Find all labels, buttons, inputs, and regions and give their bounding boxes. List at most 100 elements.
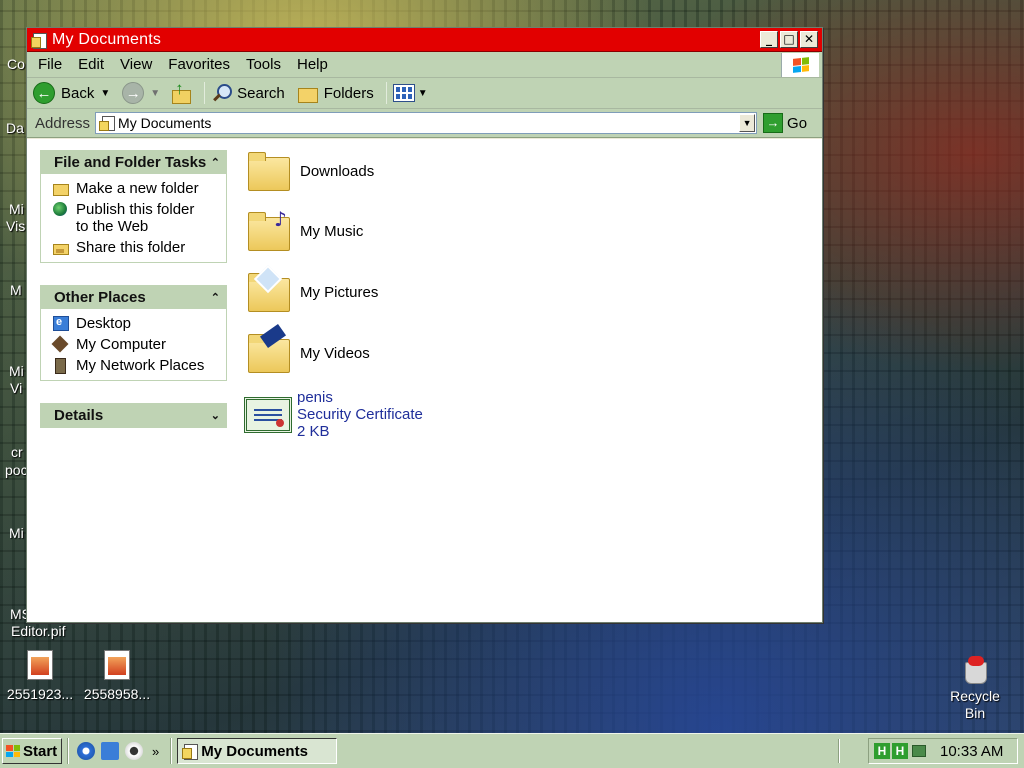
- clock[interactable]: 10:33 AM: [940, 743, 1003, 760]
- content-area: File and Folder Tasks ⌃ Make a new folde…: [27, 139, 822, 622]
- desktop-icon-label[interactable]: Editor.pif: [11, 623, 65, 640]
- toolbar-separator: [204, 82, 206, 104]
- network-tray-icon[interactable]: [910, 743, 928, 759]
- tray-h-icon[interactable]: H: [874, 743, 890, 759]
- place-desktop[interactable]: Desktop: [52, 314, 220, 332]
- desktop-icon-label[interactable]: Mi: [9, 363, 24, 380]
- search-button[interactable]: Search: [211, 83, 285, 103]
- item-label: Downloads: [300, 162, 375, 180]
- folders-button[interactable]: Folders: [297, 84, 374, 103]
- panel-header[interactable]: Details ⌄: [41, 404, 226, 427]
- music-folder-icon: ♪: [246, 207, 290, 251]
- desktop-icon-label[interactable]: cr: [11, 444, 23, 461]
- maximize-button[interactable]: □: [780, 31, 798, 48]
- folders-label: Folders: [323, 84, 374, 102]
- desktop-icon-label[interactable]: Mi: [9, 201, 24, 218]
- taskbar-grip[interactable]: [838, 739, 840, 763]
- menu-help[interactable]: Help: [289, 56, 336, 73]
- desktop-icon-label[interactable]: Mi: [9, 525, 24, 542]
- desktop-file-icon[interactable]: 2551923...: [4, 650, 76, 703]
- my-documents-icon: [182, 743, 199, 760]
- task-publish-to-web[interactable]: Publish this folder to the Web: [52, 201, 220, 235]
- details-panel: Details ⌄: [40, 403, 227, 428]
- task-label: Publish this folder to the Web: [76, 201, 195, 235]
- taskbar-window-label: My Documents: [201, 742, 308, 760]
- collapse-chevron-icon[interactable]: ⌃: [211, 156, 220, 169]
- panel-title: File and Folder Tasks: [54, 154, 207, 171]
- folder-item-my-videos[interactable]: My Videos: [246, 323, 370, 373]
- desktop-file-icon[interactable]: 2558958...: [81, 650, 153, 703]
- minimize-button[interactable]: _: [760, 31, 778, 48]
- address-value: My Documents: [118, 115, 212, 131]
- recycle-bin-icon: [960, 654, 990, 684]
- folder-up-icon: [170, 79, 192, 104]
- desktop-icon-label[interactable]: Vi: [10, 380, 22, 397]
- folder-item-downloads[interactable]: Downloads: [246, 151, 374, 191]
- desktop-icon-label[interactable]: Vis: [6, 218, 25, 235]
- back-button[interactable]: ← Back ▼: [33, 82, 110, 104]
- desktop-icon-label[interactable]: Co: [7, 56, 25, 73]
- up-button[interactable]: [170, 79, 192, 104]
- media-player-icon[interactable]: [125, 742, 143, 760]
- share-folder-icon: [52, 239, 69, 255]
- toolbar-separator: [385, 82, 387, 104]
- menu-favorites[interactable]: Favorites: [160, 56, 238, 73]
- desktop-icon-label[interactable]: M: [10, 282, 22, 299]
- desktop-icon-label[interactable]: poc: [5, 462, 28, 479]
- menu-file[interactable]: File: [27, 56, 70, 73]
- taskbar-window-button[interactable]: My Documents: [177, 738, 338, 764]
- folder-icon: [246, 151, 290, 191]
- document-icon: [104, 650, 130, 680]
- my-documents-icon: [99, 115, 116, 131]
- panel-header[interactable]: File and Folder Tasks ⌃: [41, 151, 226, 174]
- menu-view[interactable]: View: [112, 56, 160, 73]
- panel-title: Other Places: [54, 289, 146, 306]
- desktop-file-label: 2558958...: [83, 686, 151, 702]
- place-my-computer[interactable]: My Computer: [52, 336, 220, 353]
- system-tray: H H 10:33 AM: [868, 738, 1018, 764]
- collapse-chevron-icon[interactable]: ⌃: [211, 291, 220, 304]
- file-list: Downloads ♪ My Music My Pictures My Vide…: [242, 139, 822, 622]
- quick-launch-more[interactable]: »: [152, 744, 159, 759]
- go-button[interactable]: → Go: [763, 113, 807, 133]
- file-size: 2 KB: [297, 423, 330, 440]
- videos-folder-icon: [246, 323, 290, 373]
- show-desktop-icon[interactable]: [101, 742, 119, 760]
- place-my-network-places[interactable]: My Network Places: [52, 357, 220, 374]
- folder-item-my-pictures[interactable]: My Pictures: [246, 264, 378, 312]
- menu-tools[interactable]: Tools: [238, 56, 289, 73]
- security-certificate-icon: [244, 396, 292, 433]
- back-dropdown-icon[interactable]: ▼: [100, 88, 110, 99]
- recycle-bin[interactable]: Recycle Bin: [940, 654, 1010, 722]
- item-label: My Music: [300, 222, 364, 240]
- task-make-new-folder[interactable]: Make a new folder: [52, 180, 220, 197]
- taskbar: Start » My Documents H H 10:33 AM: [0, 733, 1024, 768]
- close-button[interactable]: ✕: [800, 31, 818, 48]
- address-dropdown-icon[interactable]: ▼: [739, 114, 756, 132]
- forward-dropdown-icon[interactable]: ▼: [150, 88, 160, 99]
- views-button[interactable]: ▼: [392, 84, 428, 102]
- panel-header[interactable]: Other Places ⌃: [41, 286, 226, 309]
- panel-body: Make a new folder Publish this folder to…: [41, 174, 226, 262]
- address-label: Address: [35, 114, 91, 132]
- tray-h-icon[interactable]: H: [892, 743, 908, 759]
- window-title: My Documents: [52, 30, 162, 48]
- title-bar[interactable]: My Documents _ □ ✕: [27, 28, 822, 52]
- address-bar: Address My Documents ▼ → Go: [27, 109, 822, 138]
- address-input[interactable]: My Documents ▼: [95, 112, 758, 134]
- menu-edit[interactable]: Edit: [70, 56, 112, 73]
- forward-button[interactable]: → ▼: [122, 82, 160, 104]
- my-documents-icon: [31, 32, 47, 49]
- expand-chevron-icon[interactable]: ⌄: [211, 409, 220, 422]
- internet-explorer-icon[interactable]: [77, 742, 95, 760]
- desktop-icon-label[interactable]: Da: [6, 120, 24, 137]
- search-icon: [211, 83, 233, 103]
- file-item-certificate[interactable]: penis Security Certificate 2 KB: [244, 389, 423, 440]
- back-arrow-icon: ←: [33, 82, 55, 104]
- start-button[interactable]: Start: [2, 738, 62, 764]
- windows-flag-icon: [6, 745, 20, 757]
- windows-logo: [781, 53, 819, 77]
- task-share-folder[interactable]: Share this folder: [52, 239, 220, 256]
- document-icon: [27, 650, 53, 680]
- folder-item-my-music[interactable]: ♪ My Music: [246, 207, 364, 251]
